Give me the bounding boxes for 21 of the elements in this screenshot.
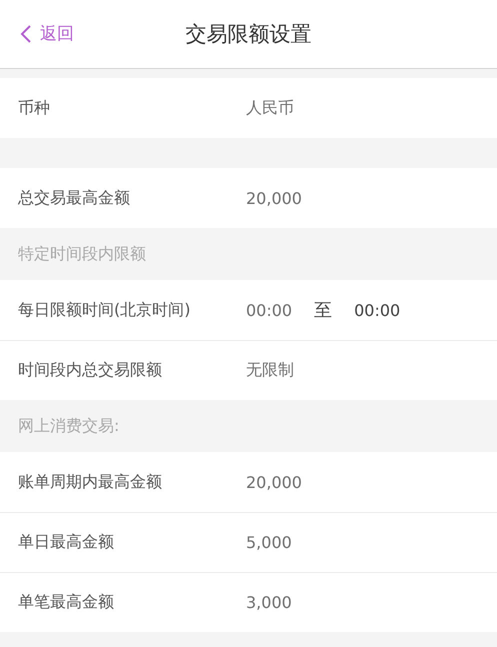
section-title: 特定时间段内限额 (18, 244, 146, 264)
section-title: 网上消费交易: (18, 416, 120, 436)
row-label: 币种 (18, 98, 51, 118)
row-value: 20,000 (246, 188, 302, 208)
row-value: 20,000 (246, 472, 302, 492)
row-label: 单笔最高金额 (18, 592, 115, 613)
row-value: 人民币 (246, 98, 294, 118)
page-title: 交易限额设置 (186, 21, 312, 48)
range-separator: 至 (314, 299, 332, 322)
row-value: 3,000 (246, 593, 292, 612)
back-icon (20, 24, 32, 44)
row-label: 总交易最高金额 (18, 188, 131, 208)
row-label: 每日限额时间(北京时间) (18, 300, 192, 320)
start-time[interactable]: 00:00 (246, 300, 292, 320)
row-value: 无限制 (246, 360, 294, 381)
row-label: 账单周期内最高金额 (18, 472, 163, 492)
row-label: 单日最高金额 (18, 532, 115, 553)
end-time[interactable]: 00:00 (354, 300, 400, 320)
row-value: 5,000 (246, 533, 292, 552)
row-label: 时间段内总交易限额 (18, 360, 163, 381)
back-link[interactable]: 返回 (20, 22, 74, 45)
